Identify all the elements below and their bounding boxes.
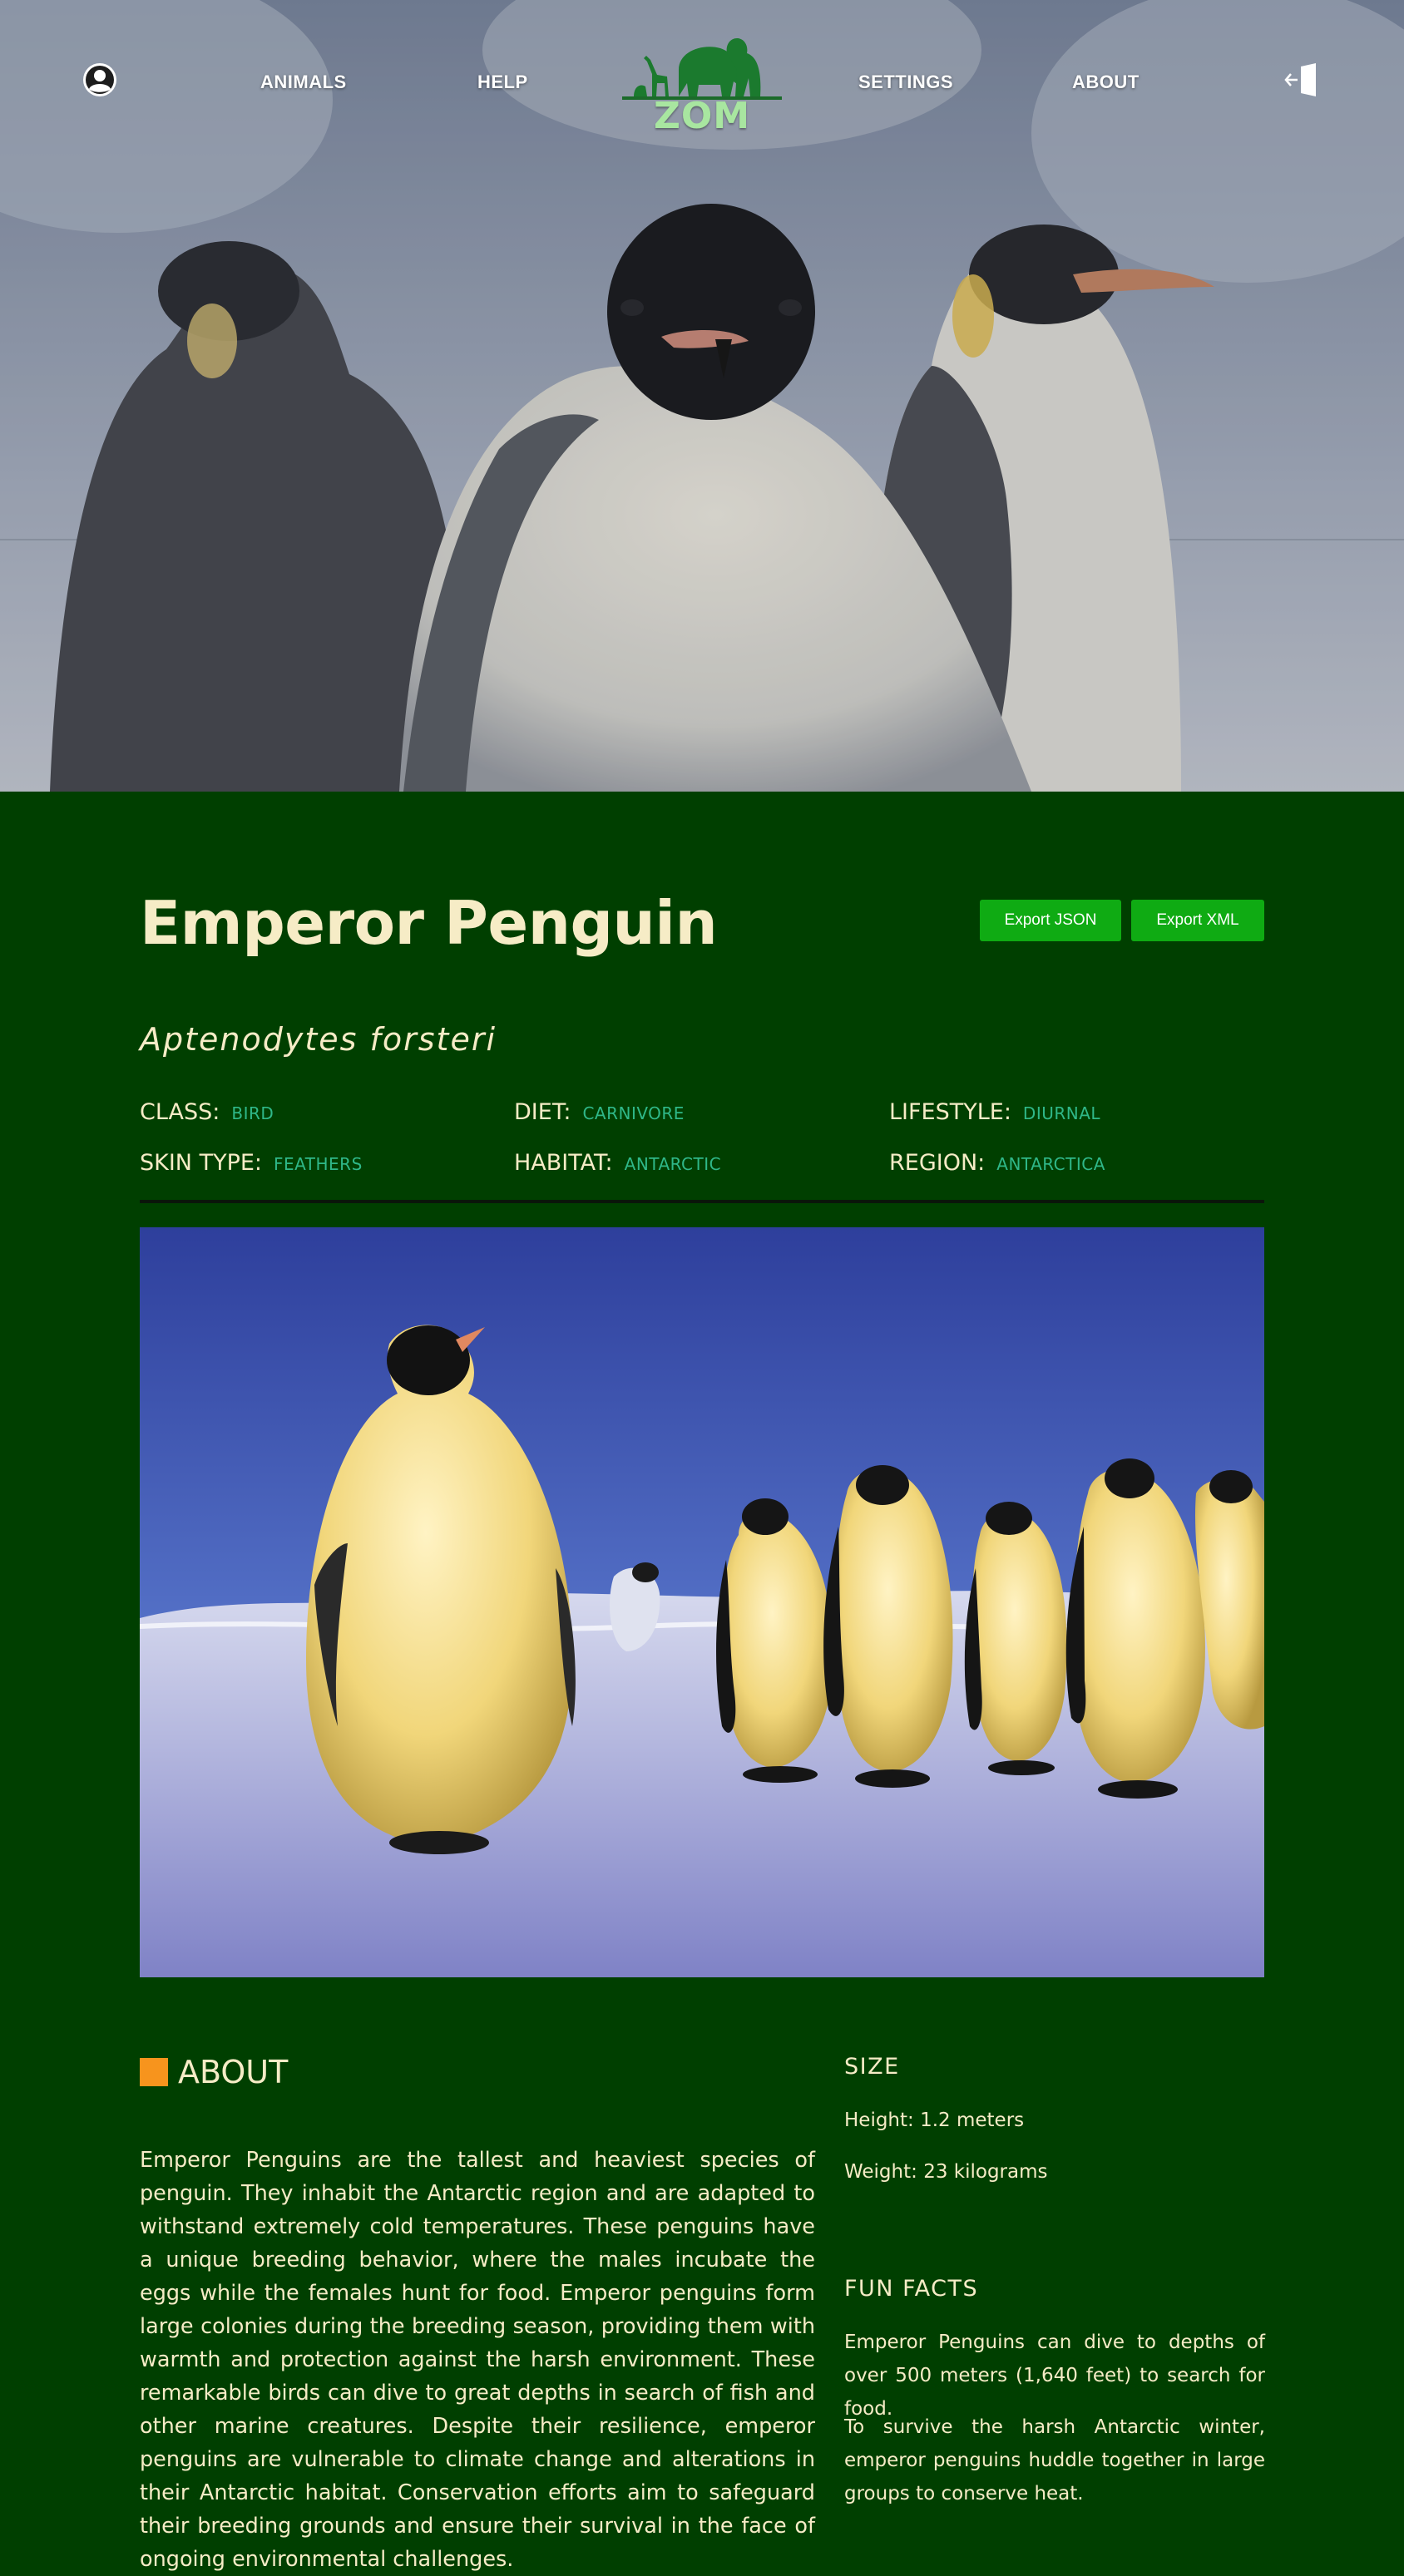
attribute-habitat: HABITAT: ANTARCTIC: [514, 1150, 721, 1176]
hero-banner: ANIMALS HELP ZOM SETTINGS ABOUT: [0, 0, 1404, 792]
attribute-value: ANTARCTICA: [996, 1154, 1105, 1174]
attribute-diet: DIET: CARNIVORE: [514, 1099, 685, 1125]
attribute-skin-type: SKIN TYPE: FEATHERS: [140, 1150, 363, 1176]
about-heading: ABOUT: [140, 2054, 288, 2090]
attribute-label: REGION:: [889, 1150, 986, 1176]
nav-animals[interactable]: ANIMALS: [260, 72, 347, 93]
attribute-label: HABITAT:: [514, 1150, 613, 1176]
attribute-region: REGION: ANTARCTICA: [889, 1150, 1105, 1176]
attribute-label: CLASS:: [140, 1099, 220, 1125]
animal-name: Emperor Penguin: [140, 888, 718, 958]
export-json-button[interactable]: Export JSON: [980, 900, 1121, 941]
divider: [140, 1200, 1264, 1203]
about-description: Emperor Penguins are the tallest and hea…: [140, 2148, 815, 2572]
attribute-label: DIET:: [514, 1099, 571, 1125]
fun-fact-item: To survive the harsh Antarctic winter, e…: [844, 2416, 1265, 2504]
animal-silhouette-logo-icon: [622, 38, 782, 100]
attribute-value: FEATHERS: [274, 1154, 363, 1174]
attribute-value: BIRD: [231, 1103, 274, 1123]
logout-icon[interactable]: [1284, 62, 1322, 98]
attribute-class: CLASS: BIRD: [140, 1099, 274, 1125]
export-xml-button[interactable]: Export XML: [1131, 900, 1264, 941]
attribute-lifestyle: LIFESTYLE: DIURNAL: [889, 1099, 1100, 1125]
nav-settings[interactable]: SETTINGS: [858, 72, 953, 93]
nav-about[interactable]: ABOUT: [1072, 72, 1140, 93]
nav-help[interactable]: HELP: [477, 72, 528, 93]
attribute-label: SKIN TYPE:: [140, 1150, 263, 1176]
scientific-name: Aptenodytes forsteri: [140, 1021, 497, 1058]
zom-logo[interactable]: ZOM: [619, 28, 785, 137]
size-heading: SIZE: [844, 2054, 900, 2080]
penguin-photo: [140, 1227, 1264, 1977]
logo-text: ZOM: [653, 95, 751, 137]
top-navigation: ANIMALS HELP ZOM SETTINGS ABOUT: [0, 0, 1404, 166]
attribute-value: DIURNAL: [1022, 1103, 1101, 1123]
size-height: Height: 1.2 meters: [844, 2110, 1025, 2131]
about-title: ABOUT: [178, 2054, 289, 2090]
user-icon[interactable]: [82, 62, 118, 98]
penguin-colony-image: [140, 1227, 1264, 1977]
size-weight: Weight: 23 kilograms: [844, 2161, 1048, 2183]
attribute-value: CARNIVORE: [582, 1103, 685, 1123]
about-marker-icon: [140, 2058, 168, 2086]
attribute-label: LIFESTYLE:: [889, 1099, 1011, 1125]
fun-facts-heading: FUN FACTS: [844, 2276, 979, 2302]
attribute-value: ANTARCTIC: [624, 1154, 722, 1174]
